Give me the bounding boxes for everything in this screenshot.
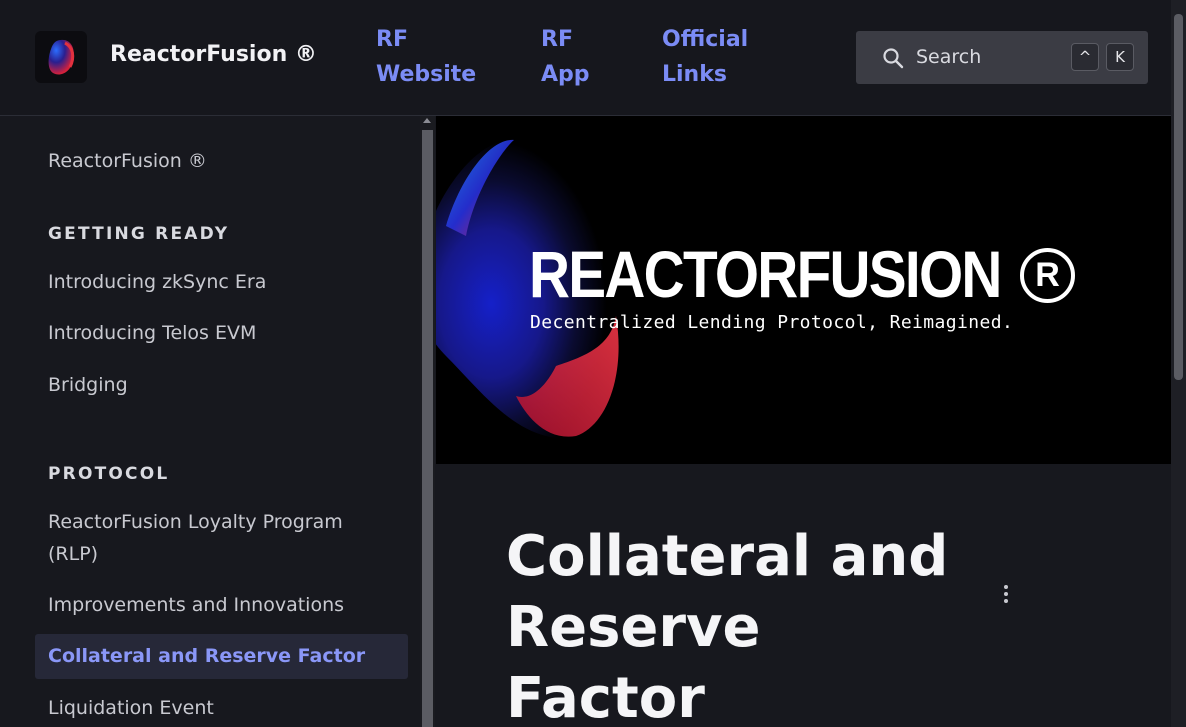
sidebar-item-improvements-and-innovations[interactable]: Improvements and Innovations [35, 589, 408, 621]
more-options-icon[interactable] [996, 583, 1016, 607]
sidebar-item-loyalty-program[interactable]: ReactorFusion Loyalty Program (RLP) [35, 506, 408, 570]
shortcut-key-k: K [1106, 43, 1134, 71]
nav-rf-app[interactable]: RF App [541, 22, 601, 92]
hero-registered-mark: R [1020, 248, 1075, 303]
sidebar-item-liquidation-event[interactable]: Liquidation Event [35, 692, 408, 724]
hero-subtitle: Decentralized Lending Protocol, Reimagin… [530, 312, 1014, 333]
brand-name[interactable]: ReactorFusion ® [110, 42, 317, 67]
search-label: Search [916, 46, 982, 68]
sidebar-nav: ReactorFusion ® GETTING READY Introducin… [0, 116, 420, 727]
sidebar-section-getting-ready: GETTING READY [48, 224, 230, 244]
sidebar-item-home[interactable]: ReactorFusion ® [35, 145, 408, 177]
search-button[interactable]: Search ^ K [856, 31, 1148, 84]
sidebar-section-protocol: PROTOCOL [48, 464, 170, 484]
brand-logo-icon[interactable] [35, 31, 87, 83]
shortcut-key-ctrl: ^ [1071, 43, 1099, 71]
top-header: ReactorFusion ® RF Website RF App Offici… [0, 0, 1171, 116]
sidebar-item-introducing-telos-evm[interactable]: Introducing Telos EVM [35, 317, 408, 349]
search-icon [883, 48, 904, 69]
sidebar-scrollbar[interactable] [420, 116, 435, 727]
main-content: REACTORFUSION R Decentralized Lending Pr… [436, 116, 1171, 727]
hero-title: REACTORFUSION [529, 237, 1002, 311]
nav-official-links[interactable]: Official Links [662, 22, 762, 92]
nav-rf-website[interactable]: RF Website [376, 22, 486, 92]
sidebar-scrollbar-thumb[interactable] [422, 130, 433, 727]
sidebar-item-introducing-zksync-era[interactable]: Introducing zkSync Era [35, 266, 408, 298]
app-window: ReactorFusion ® RF Website RF App Offici… [0, 0, 1186, 727]
sidebar-item-bridging[interactable]: Bridging [35, 369, 408, 401]
page-scrollbar[interactable] [1171, 0, 1186, 727]
hero-banner: REACTORFUSION R Decentralized Lending Pr… [436, 116, 1171, 464]
page-scrollbar-thumb[interactable] [1174, 14, 1183, 380]
page-title: Collateral and Reserve Factor [506, 524, 949, 727]
scroll-up-arrow-icon[interactable] [423, 118, 431, 123]
sidebar-item-collateral-and-reserve-factor[interactable]: Collateral and Reserve Factor [35, 634, 408, 679]
